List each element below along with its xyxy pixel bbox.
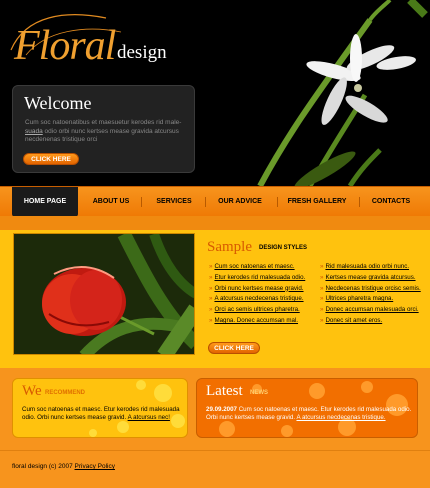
recommend-text: Cum soc natoenas et maesc. Etur kerodes … <box>22 406 180 421</box>
nav-item-gallery[interactable]: FRESH GALLERY <box>284 187 350 217</box>
sample-subtitle: DESIGN STYLES <box>259 245 308 251</box>
logo-floral[interactable]: Floral <box>14 22 116 70</box>
sample-list-right: » Rid malesuada odio orbi nunc. » Kertses … <box>320 262 421 327</box>
latest-subtitle: NEWS <box>250 390 268 396</box>
footer: floral design (c) 2007 Privacy Policy <box>0 450 430 488</box>
arrow-icon: » <box>320 306 324 314</box>
arrow-icon: » <box>209 306 213 314</box>
footer-text: floral design (c) 2007 Privacy Policy <box>12 463 115 470</box>
arrow-icon: » <box>320 316 324 324</box>
recommend-box: We RECOMMEND Cum soc natoenas et maesc. … <box>12 378 188 438</box>
arrow-icon: » <box>209 273 213 281</box>
lower-section: We RECOMMEND Cum soc natoenas et maesc. … <box>0 368 430 450</box>
decor-stripe <box>0 216 430 230</box>
nav-divider <box>277 197 278 207</box>
list-item[interactable]: » Donec accumsan malesuada orci. <box>320 305 421 316</box>
welcome-text: Cum soc natoenatibus et maesuetur kerode… <box>25 119 182 143</box>
list-item[interactable]: » Orci ac semis ultrices pharetra. <box>209 305 305 316</box>
arrow-icon: » <box>320 273 324 281</box>
arrow-icon: » <box>320 295 324 303</box>
welcome-title: Welcome <box>24 93 92 113</box>
sample-list-left: » Cum soc natoenas et maesc. » Etur kerode… <box>209 262 305 327</box>
latest-text: 29.09.2007 Cum soc natoenas et maesc. Et… <box>206 406 412 421</box>
list-item[interactable]: » Necdecenas tristique orcisc semis. <box>320 284 421 295</box>
latest-news-box: Latest NEWS 29.09.2007 Cum soc natoenas … <box>196 378 418 438</box>
arrow-icon: » <box>209 295 213 303</box>
nav-item-home[interactable]: HOME PAGE <box>12 187 78 217</box>
nav-divider <box>359 197 360 207</box>
arrow-icon: » <box>209 316 213 324</box>
sample-title: Sample <box>207 239 252 255</box>
nav-item-contacts[interactable]: CONTACTS <box>366 187 416 217</box>
latest-date: 29.09.2007 <box>206 406 237 413</box>
latest-title: Latest <box>206 383 243 399</box>
tulip-image <box>13 233 195 355</box>
arrow-icon: » <box>320 263 324 270</box>
welcome-link[interactable]: suada <box>25 128 43 135</box>
privacy-policy-link[interactable]: Privacy Policy <box>75 463 115 470</box>
header: Floral design Welcome Cum soc natoenatib… <box>0 0 430 186</box>
sample-click-here-button[interactable]: CLICK HERE <box>208 342 260 354</box>
list-item[interactable]: » Orbi nunc kertses mease gravid. <box>209 284 305 295</box>
nav-divider <box>141 197 142 207</box>
welcome-click-here-button[interactable]: CLICK HERE <box>23 153 79 165</box>
recommend-link[interactable]: A atcursus nec! <box>128 414 170 421</box>
arrow-icon: » <box>209 284 213 292</box>
list-item[interactable]: » Ultrices pharetra magna. <box>320 294 421 305</box>
nav-item-about[interactable]: ABOUT US <box>88 187 134 217</box>
list-item[interactable]: » Magna. Donec accumsan mal. <box>209 316 305 327</box>
list-item[interactable]: » A atcursus necdecenas tristique. <box>209 294 305 305</box>
logo-design[interactable]: design <box>117 42 167 64</box>
latest-link[interactable]: A atcursus necdecenas tristique. <box>296 414 385 421</box>
nav-divider <box>205 197 206 207</box>
lily-flower-image <box>257 0 428 186</box>
arrow-icon: » <box>209 263 213 270</box>
arrow-icon: » <box>320 284 324 292</box>
list-item[interactable]: » Rid malesuada odio orbi nunc. <box>320 262 421 273</box>
list-item[interactable]: » Cum soc natoenas et maesc. <box>209 262 305 273</box>
list-item[interactable]: » Kertses mease gravida atcursus. <box>320 273 421 284</box>
main-nav: HOME PAGE ABOUT US SERVICES OUR ADVICE F… <box>0 186 430 217</box>
recommend-subtitle: RECOMMEND <box>45 390 85 396</box>
list-item[interactable]: » Donec sit amet eros. <box>320 316 421 327</box>
recommend-title: We <box>22 383 42 399</box>
sample-section: Sample DESIGN STYLES » Cum soc natoenas e… <box>0 230 430 368</box>
nav-item-advice[interactable]: OUR ADVICE <box>212 187 268 217</box>
nav-item-services[interactable]: SERVICES <box>150 187 198 217</box>
list-item[interactable]: » Etur kerodes rid malesuada odio. <box>209 273 305 284</box>
